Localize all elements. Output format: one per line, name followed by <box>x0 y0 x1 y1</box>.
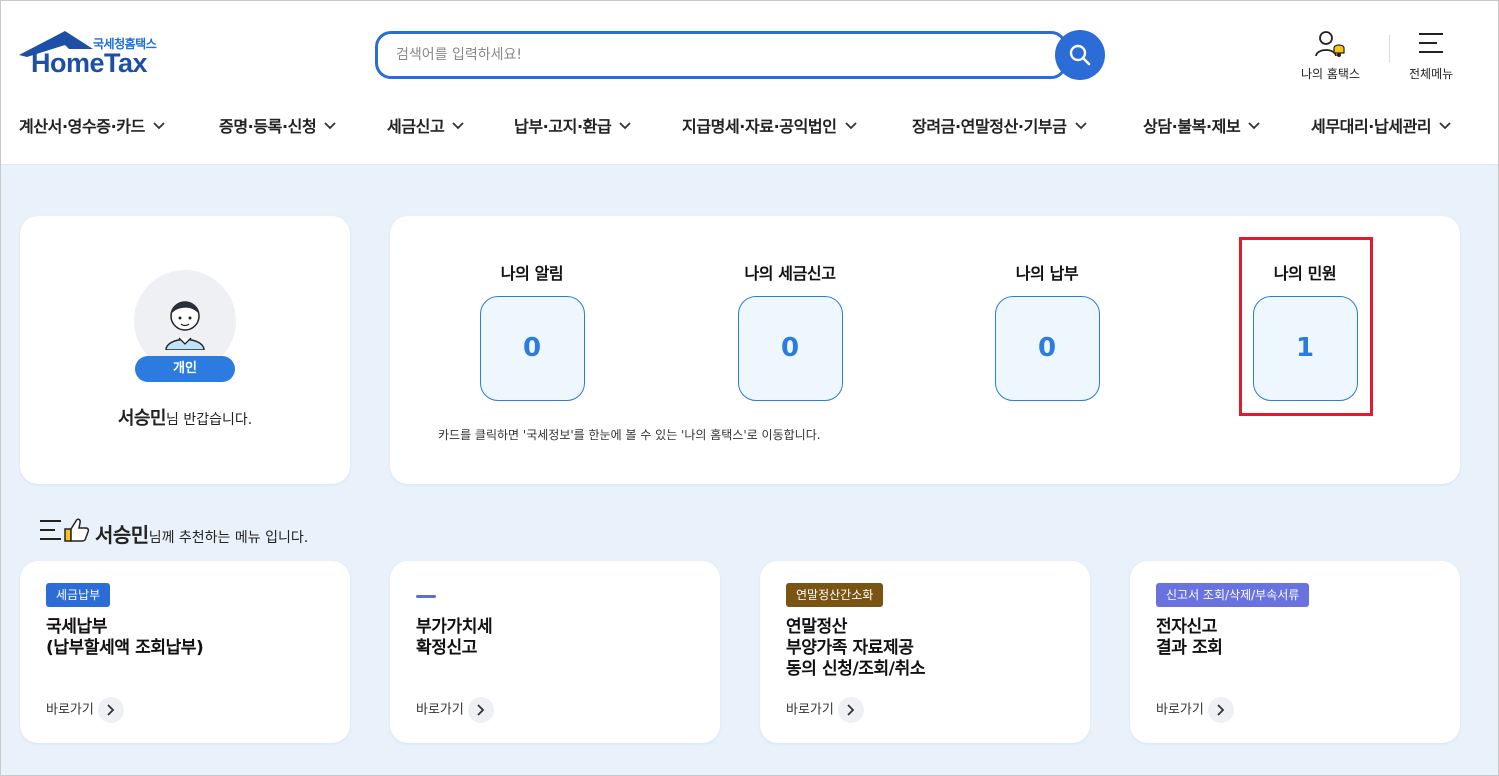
menu-tag-line <box>416 595 436 598</box>
shortcut-link[interactable]: 바로가기 <box>46 697 124 723</box>
chevron-down-icon <box>844 122 857 130</box>
chevron-right-icon <box>97 697 124 723</box>
stat-count-box[interactable]: 0 <box>737 296 843 401</box>
chevron-down-icon <box>619 122 631 130</box>
main-content: 개인 서승민님 반갑습니다. 나의 알림 0 나의 세금신고 0 나의 납부 0… <box>1 165 1498 775</box>
menu-tag: 세금납부 <box>46 583 111 607</box>
chevron-right-icon <box>1207 697 1234 723</box>
stats-card: 나의 알림 0 나의 세금신고 0 나의 납부 0 나의 민원 1 카드를 클릭… <box>390 216 1460 484</box>
stats-note: 카드를 클릭하면 '국세정보'를 한눈에 볼 수 있는 '나의 홈택스'로 이동… <box>438 428 821 442</box>
menu-title: 연말정산 부양가족 자료제공 동의 신청/조회/취소 <box>786 617 926 679</box>
menu-card-year-end-settlement[interactable]: 연말정산간소화 연말정산 부양가족 자료제공 동의 신청/조회/취소 바로가기 <box>760 561 1090 743</box>
stat-title: 나의 세금신고 <box>744 264 836 283</box>
nav-label: 상담·불복·제보 <box>1143 117 1241 136</box>
global-nav: 계산서·영수증·카드 증명·등록·신청 세금신고 납부·고지·환급 지급명세·자… <box>1 109 1498 141</box>
nav-label: 지급명세·자료·공익법인 <box>682 117 837 136</box>
user-bell-icon <box>1314 31 1345 57</box>
chevron-right-icon <box>467 697 494 723</box>
recommend-text: 서승민님께 추천하는 메뉴 입니다. <box>95 519 308 548</box>
menu-card-e-filing-result[interactable]: 신고서 조회/삭제/부속서류 전자신고 결과 조회 바로가기 <box>1130 561 1460 743</box>
nav-item-certificates[interactable]: 증명·등록·신청 <box>219 113 336 137</box>
hamburger-menu-icon <box>1419 33 1444 53</box>
chevron-right-icon <box>837 697 864 723</box>
menu-title: 전자신고 결과 조회 <box>1156 617 1223 658</box>
recommend-thumbs-up-icon <box>40 518 90 542</box>
nav-item-tax-filing[interactable]: 세금신고 <box>387 113 464 137</box>
nav-item-payment[interactable]: 납부·고지·환급 <box>514 113 631 137</box>
nav-label: 세금신고 <box>387 117 445 136</box>
all-menu-button[interactable]: 전체메뉴 <box>1409 29 1453 82</box>
search-icon <box>1069 44 1091 66</box>
search-input[interactable] <box>396 42 1036 68</box>
recommend-suffix: 님께 추천하는 메뉴 입니다. <box>148 530 309 546</box>
greeting: 서승민님 반갑습니다. <box>20 404 350 430</box>
shortcut-label: 바로가기 <box>416 702 464 718</box>
shortcut-label: 바로가기 <box>1156 702 1204 718</box>
user-type-badge: 개인 <box>135 356 235 382</box>
recommend-user-name: 서승민 <box>95 523 149 547</box>
chevron-down-icon <box>153 122 165 130</box>
stat-my-notifications: 나의 알림 0 <box>462 260 602 401</box>
shortcut-label: 바로가기 <box>46 702 94 718</box>
header: 국세청홈택스 HomeTax 나의 홈택스 <box>1 1 1498 165</box>
person-avatar-icon <box>165 301 205 350</box>
nav-label: 납부·고지·환급 <box>514 117 612 136</box>
chevron-down-icon <box>1248 122 1260 130</box>
stat-count-box[interactable]: 0 <box>479 296 585 401</box>
menu-tag: 신고서 조회/삭제/부속서류 <box>1156 583 1310 607</box>
menu-tag: 연말정산간소화 <box>786 583 884 607</box>
menu-card-national-tax-payment[interactable]: 세금납부 국세납부 (납부할세액 조회납부) 바로가기 <box>20 561 350 743</box>
user-name: 서승민 <box>117 408 167 429</box>
stat-count-box[interactable]: 0 <box>994 296 1100 401</box>
shortcut-label: 바로가기 <box>786 702 834 718</box>
all-menu-label: 전체메뉴 <box>1409 67 1454 81</box>
stat-title: 나의 알림 <box>500 264 564 283</box>
nav-item-consultation[interactable]: 상담·불복·제보 <box>1143 113 1260 137</box>
nav-item-statements[interactable]: 지급명세·자료·공익법인 <box>682 113 857 137</box>
stat-title: 나의 납부 <box>1015 264 1079 283</box>
greeting-suffix: 님 반갑습니다. <box>166 412 253 428</box>
search-button[interactable] <box>1055 30 1105 80</box>
utility-divider <box>1389 35 1390 63</box>
chevron-down-icon <box>1074 122 1087 130</box>
my-hometax-label: 나의 홈택스 <box>1301 67 1361 81</box>
shortcut-link[interactable]: 바로가기 <box>416 697 494 723</box>
menu-title: 국세납부 (납부할세액 조회납부) <box>46 617 204 658</box>
menu-card-vat-filing[interactable]: 부가가치세 확정신고 바로가기 <box>390 561 720 743</box>
nav-label: 증명·등록·신청 <box>219 117 317 136</box>
nav-label: 계산서·영수증·카드 <box>19 117 145 136</box>
nav-item-tax-agent[interactable]: 세무대리·납세관리 <box>1311 113 1451 137</box>
stat-my-payment: 나의 납부 0 <box>977 260 1117 401</box>
profile-card: 개인 서승민님 반갑습니다. <box>20 216 350 484</box>
hometax-logo[interactable]: 국세청홈택스 HomeTax <box>19 31 179 83</box>
menu-title: 부가가치세 확정신고 <box>416 617 493 658</box>
my-hometax-button[interactable]: 나의 홈택스 <box>1301 29 1360 82</box>
nav-label: 장려금·연말정산·기부금 <box>912 117 1067 136</box>
chevron-down-icon <box>1439 122 1451 130</box>
logo-wordmark: HomeTax <box>31 48 148 78</box>
chevron-down-icon <box>324 122 336 130</box>
shortcut-link[interactable]: 바로가기 <box>786 697 864 723</box>
highlight-box <box>1239 237 1373 416</box>
nav-label: 세무대리·납세관리 <box>1311 117 1432 136</box>
nav-item-year-end[interactable]: 장려금·연말정산·기부금 <box>912 113 1087 137</box>
hometax-page: 국세청홈택스 HomeTax 나의 홈택스 <box>0 0 1499 776</box>
stat-my-tax-filing: 나의 세금신고 0 <box>720 260 860 401</box>
search-box <box>375 31 1067 79</box>
nav-item-receipts[interactable]: 계산서·영수증·카드 <box>19 113 165 137</box>
chevron-down-icon <box>452 122 464 130</box>
shortcut-link[interactable]: 바로가기 <box>1156 697 1234 723</box>
